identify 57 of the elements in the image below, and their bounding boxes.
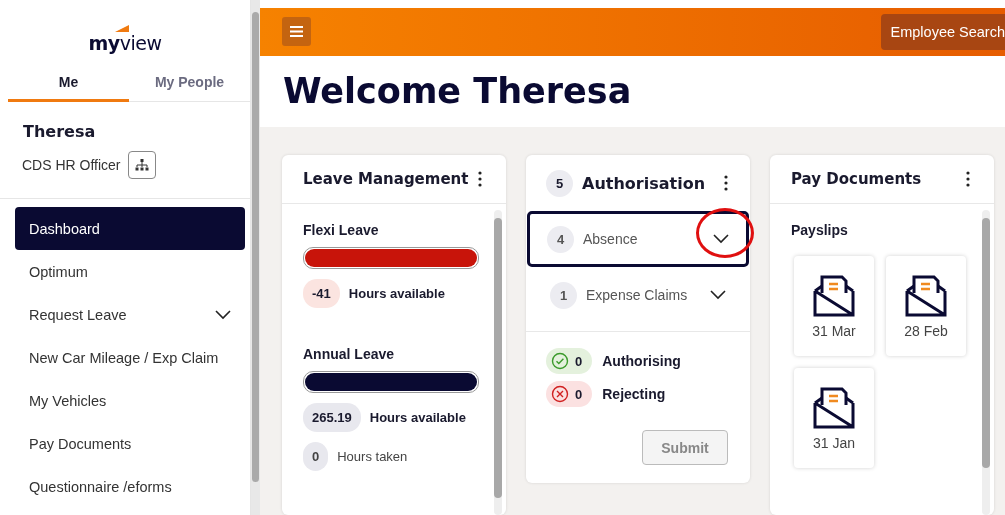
scrollbar[interactable] bbox=[982, 210, 990, 515]
authorisation-group[interactable]: 1 Expense Claims bbox=[527, 267, 749, 323]
menu-icon bbox=[290, 26, 303, 38]
payslip-tile[interactable]: 31 Mar bbox=[794, 256, 874, 356]
sidebar-tab[interactable]: Me bbox=[8, 70, 129, 102]
employee-search-button[interactable]: Employee Search bbox=[880, 13, 1005, 50]
check-circle-icon bbox=[551, 352, 569, 370]
group-label: Absence bbox=[583, 231, 639, 247]
section-title: Payslips bbox=[791, 222, 849, 238]
nav-item[interactable]: Optimum bbox=[15, 250, 245, 293]
user-role: CDS HR Officer bbox=[22, 157, 121, 173]
scrollbar[interactable] bbox=[251, 0, 260, 515]
count-badge: 1 bbox=[550, 281, 577, 309]
action-count: 0 bbox=[546, 348, 593, 374]
card-title: Authorisation bbox=[582, 173, 706, 193]
cross-circle-icon bbox=[551, 385, 569, 403]
more-options-icon[interactable] bbox=[478, 171, 482, 187]
hours-label: Hours available bbox=[348, 286, 445, 301]
hours-value: 0 bbox=[303, 442, 329, 471]
payslip-tile[interactable]: 28 Feb bbox=[886, 256, 966, 356]
count-badge: 5 bbox=[546, 169, 573, 197]
chevron-down-icon[interactable] bbox=[710, 290, 726, 300]
nav-item[interactable]: Dashboard bbox=[15, 207, 245, 250]
payslip-tile[interactable]: 31 Jan bbox=[794, 368, 874, 468]
card-title: Leave Management bbox=[303, 170, 469, 188]
org-chart-icon bbox=[134, 158, 149, 172]
action-count: 0 bbox=[546, 381, 593, 407]
myview-logo: myview bbox=[88, 25, 162, 54]
action-label: Rejecting bbox=[602, 386, 666, 402]
scrollbar[interactable] bbox=[494, 210, 502, 515]
chevron-down-icon[interactable] bbox=[713, 234, 729, 244]
menu-button[interactable] bbox=[282, 17, 311, 47]
envelope-letter-icon bbox=[813, 385, 855, 429]
nav-item[interactable]: My Vehicles bbox=[15, 379, 245, 422]
hours-label: Hours available bbox=[369, 410, 466, 425]
hours-label: Hours taken bbox=[337, 449, 408, 464]
more-options-icon[interactable] bbox=[966, 171, 970, 187]
action-label: Authorising bbox=[602, 353, 681, 369]
nav-item[interactable]: New Car Mileage / Exp Claim bbox=[15, 336, 245, 379]
page-title: Welcome Theresa bbox=[283, 71, 632, 112]
hours-value: -41 bbox=[303, 279, 340, 308]
envelope-letter-icon bbox=[813, 273, 855, 317]
more-options-icon[interactable] bbox=[724, 175, 728, 191]
card-title: Pay Documents bbox=[791, 170, 922, 188]
chevron-down-icon[interactable] bbox=[215, 309, 231, 320]
nav-item[interactable]: Questionnaire /eforms bbox=[15, 465, 245, 508]
hours-value: 265.19 bbox=[303, 403, 361, 432]
leave-type: Annual Leave bbox=[303, 346, 396, 362]
nav-item[interactable]: Pay Documents bbox=[15, 422, 245, 465]
envelope-letter-icon bbox=[905, 273, 947, 317]
leave-type: Flexi Leave bbox=[303, 222, 380, 238]
nav-item[interactable]: Request Leave bbox=[15, 293, 245, 336]
org-chart-button[interactable] bbox=[127, 151, 156, 179]
count-badge: 4 bbox=[547, 225, 574, 253]
user-name: Theresa bbox=[23, 122, 97, 141]
sidebar-tab[interactable]: My People bbox=[129, 70, 250, 102]
group-label: Expense Claims bbox=[586, 287, 689, 303]
